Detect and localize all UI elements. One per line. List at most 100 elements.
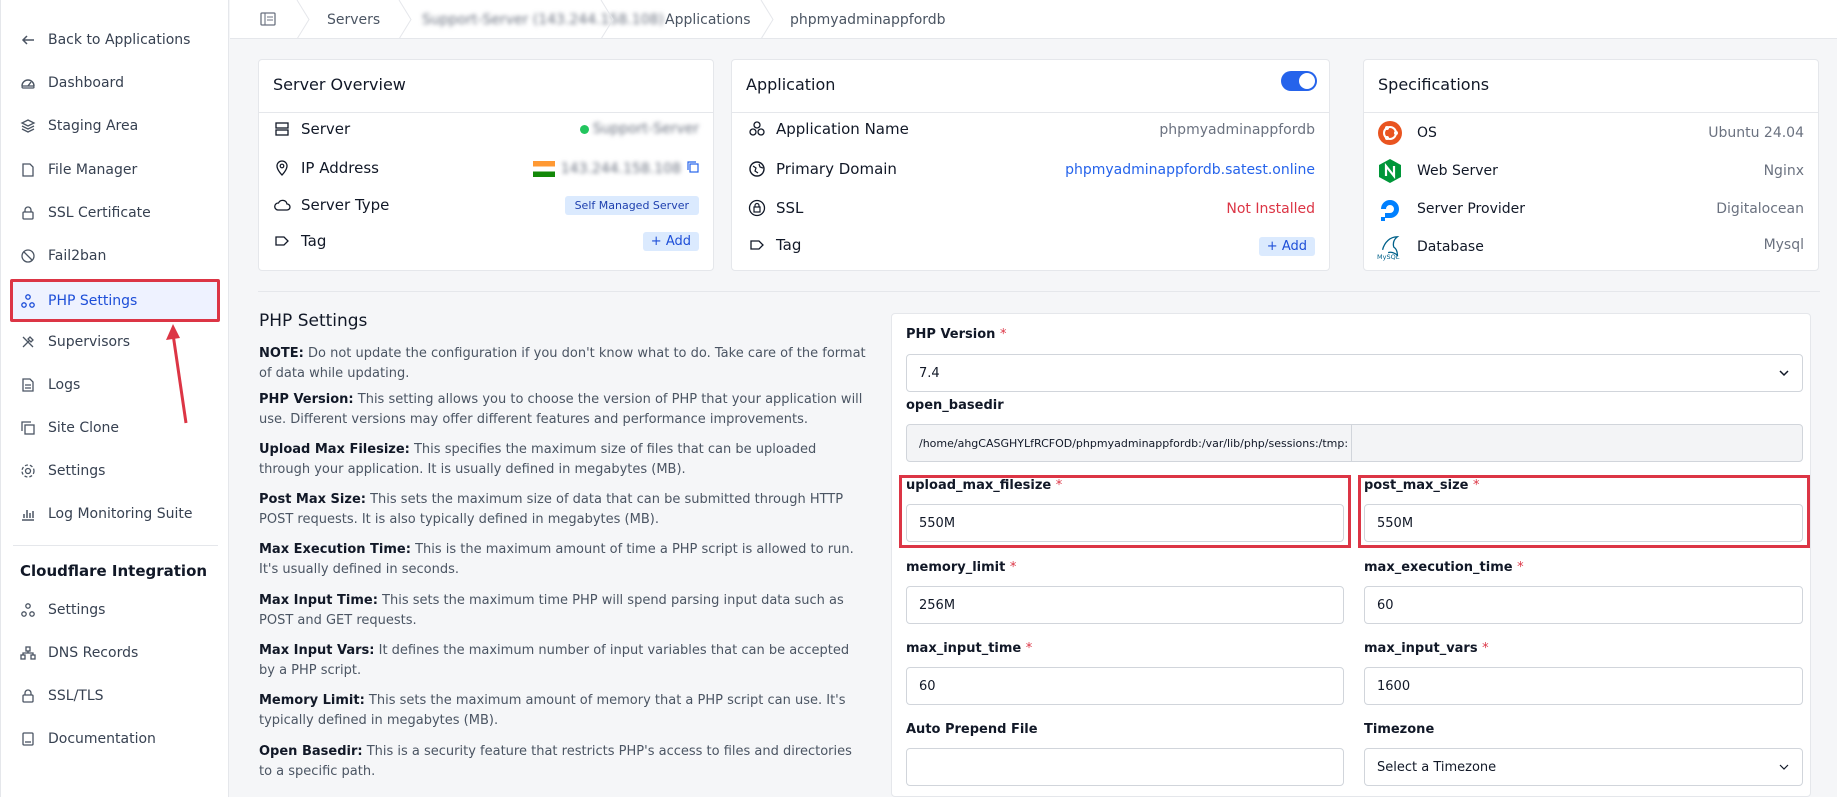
row-label: Web Server [1417,163,1498,179]
layers-icon [20,118,36,134]
cloud-icon [273,196,291,214]
row-label: Server [301,120,351,138]
specifications-card: Specifications OS Ubuntu 24.04 Web Serve… [1363,59,1819,271]
open-basedir-label: open_basedir [906,398,1004,413]
sidebar-item-log-monitoring-suite[interactable]: Log Monitoring Suite [13,494,218,534]
row-label: Tag [776,236,802,254]
tag-icon [748,236,766,254]
add-tag-button[interactable]: + Add [642,232,699,251]
sidebar-item-dns-records[interactable]: DNS Records [13,633,218,673]
required-mark: * [1009,560,1017,575]
label-text: memory_limit [906,560,1006,575]
sidebar-item-label: Logs [48,377,81,393]
sidebar-item-label: Settings [48,602,106,618]
lock-icon [20,205,36,221]
sidebar-item-file-manager[interactable]: File Manager [13,150,218,190]
ip-text: 143.244.158.108 [560,161,681,177]
network-icon [20,645,36,661]
lock-icon [20,688,36,704]
sidebar-toggle-icon[interactable] [260,12,276,30]
php-description-paragraph: Memory Limit: This sets the maximum amou… [259,691,869,731]
nginx-icon [1377,158,1403,184]
sidebar-item-fail2ban[interactable]: Fail2ban [13,236,218,276]
php-version-select[interactable]: 7.4 [906,354,1803,392]
php-version-label: PHP Version * [906,327,1006,342]
sidebar-item-dashboard[interactable]: Dashboard [13,63,218,103]
breadcrumb-app: phpmyadminappfordb [790,11,946,28]
copy-icon [20,420,36,436]
sidebar-item-documentation[interactable]: Documentation [13,719,218,759]
php-description-paragraph: Max Input Vars: It defines the maximum n… [259,641,869,681]
india-flag-icon [532,161,555,177]
input-value: 256M [919,597,956,613]
auto-prepend-file-label: Auto Prepend File [906,722,1038,737]
breadcrumb-server-name[interactable]: Support-Server (143.244.158.108) [422,0,664,39]
sidebar-item-staging-area[interactable]: Staging Area [13,106,218,146]
application-card: Application Application Name phpmyadmina… [731,59,1330,271]
row-label: IP Address [301,159,379,177]
cloudflare-section-title: Cloudflare Integration [20,562,208,580]
back-to-applications-link[interactable]: Back to Applications [13,20,218,60]
svg-text:MySQL: MySQL [1377,253,1400,261]
sidebar-item-label: SSL/TLS [48,688,104,704]
field-value: /home/ahgCASGHYLfRCFOD/phpmyadminappford… [919,436,1349,450]
server-icon [273,120,291,138]
application-name-value: phpmyadminappfordb [1159,122,1315,138]
database-row: MySQL Database [1377,232,1484,262]
description-key: Open Basedir: [259,744,363,759]
sidebar-item-label: File Manager [48,162,138,178]
description-key: Max Execution Time: [259,542,411,557]
server-value: Support-Server [579,121,699,137]
section-divider [258,291,1820,292]
server-type-badge: Self Managed Server [564,196,699,215]
sidebar-item-label: Dashboard [48,75,124,91]
card-divider [259,112,713,113]
open-basedir-field[interactable]: /home/ahgCASGHYLfRCFOD/phpmyadminappford… [906,424,1803,462]
sidebar-item-ssl-tls[interactable]: SSL/TLS [13,676,218,716]
sidebar-item-settings[interactable]: Settings [13,451,218,491]
description-key: NOTE: [259,346,304,361]
input-value: 60 [1377,597,1394,613]
primary-domain-link[interactable]: phpmyadminappfordb.satest.online [1065,162,1315,178]
row-label: Database [1417,239,1484,255]
row-label: Server Type [301,196,390,214]
breadcrumb-applications[interactable]: Applications [665,0,751,39]
globe-icon [748,160,766,178]
card-divider [1364,112,1818,113]
auto-prepend-file-input[interactable] [906,748,1344,786]
php-settings-form: PHP Version * 7.4 open_basedir /home/ahg… [891,313,1811,797]
memory-limit-input[interactable]: 256M [906,586,1344,624]
php-description-paragraph: Max Execution Time: This is the maximum … [259,540,869,580]
label-text: max_execution_time [1364,560,1513,575]
max-execution-time-input[interactable]: 60 [1364,586,1803,624]
breadcrumb: Servers Support-Server (143.244.158.108)… [230,0,1837,39]
application-toggle[interactable] [1281,71,1317,91]
copy-icon[interactable] [687,161,699,177]
sidebar-item-cloudflare-settings[interactable]: Settings [13,590,218,630]
description-text: Do not update the configuration if you d… [259,346,866,381]
add-tag-button[interactable]: + Add [1258,237,1315,256]
server-row: Server [273,120,350,138]
select-value: 7.4 [919,365,940,381]
description-key: PHP Version: [259,392,354,407]
description-key: Memory Limit: [259,693,365,708]
tag-row: Tag [748,236,801,254]
php-settings-title: PHP Settings [259,311,368,331]
dashboard-icon [20,75,36,91]
document-icon [20,377,36,393]
timezone-select[interactable]: Select a Timezone [1364,748,1803,786]
php-description-paragraph: PHP Version: This setting allows you to … [259,390,869,430]
breadcrumb-servers[interactable]: Servers [327,0,380,39]
max-input-time-input[interactable]: 60 [906,667,1344,705]
sidebar-item-ssl-certificate[interactable]: SSL Certificate [13,193,218,233]
max-input-time-label: max_input_time * [906,641,1032,656]
primary-domain-row: Primary Domain [748,160,897,178]
breadcrumb-separator-icon [398,0,412,39]
input-value: 1600 [1377,678,1411,694]
max-input-vars-input[interactable]: 1600 [1364,667,1803,705]
select-value: Select a Timezone [1377,759,1497,775]
sidebar-item-label: PHP Settings [48,292,138,309]
php-description-paragraph: NOTE: Do not update the configuration if… [259,344,869,384]
sidebar-item-php-settings[interactable]: PHP Settings [10,279,220,322]
required-mark: * [1482,641,1489,656]
